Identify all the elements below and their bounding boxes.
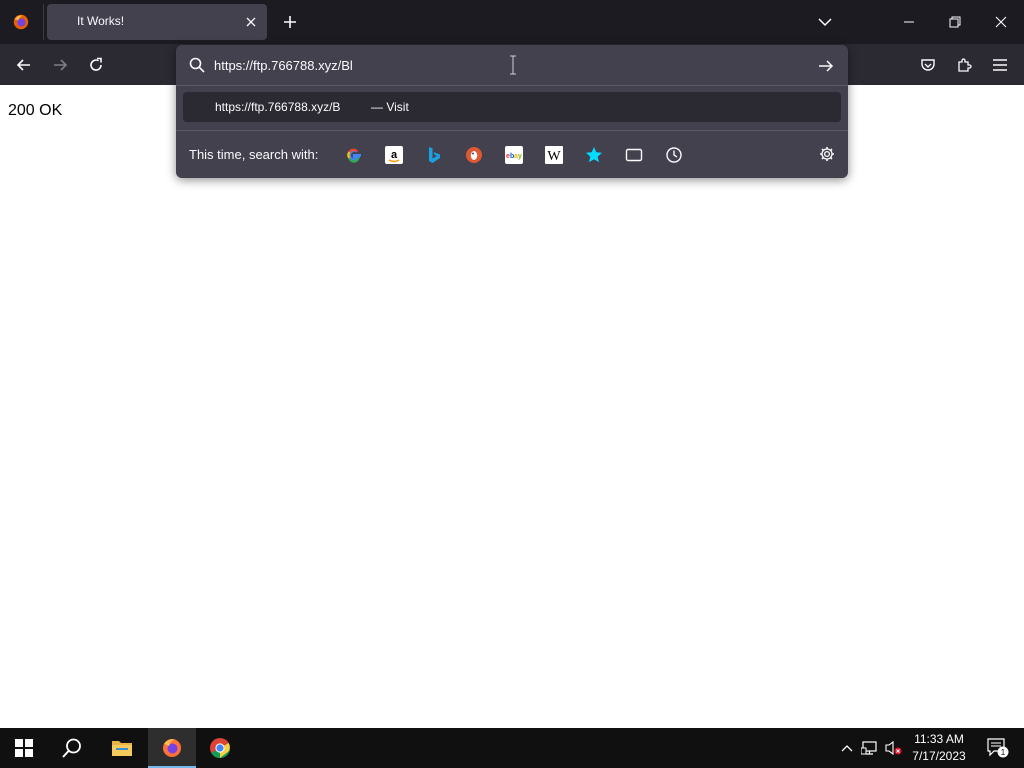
windows-taskbar: 11:33 AM 7/17/2023 1 [0, 728, 1024, 768]
windows-logo-icon [15, 739, 33, 757]
urlbar-popup: https://ftp.766788.xyz/B — Visit This ti… [176, 45, 848, 178]
network-icon [861, 741, 877, 755]
bookmarks-star-icon [586, 147, 602, 163]
search-engine-duckduckgo-button[interactable] [462, 143, 486, 167]
wikipedia-icon: W [545, 146, 563, 164]
suggestion-action: — Visit [371, 100, 409, 114]
taskbar-clock[interactable]: 11:33 AM 7/17/2023 [906, 731, 972, 765]
show-hidden-icons-button[interactable] [838, 738, 856, 758]
search-icon [62, 738, 81, 758]
divider [176, 85, 848, 86]
restore-button[interactable] [932, 0, 978, 44]
list-all-tabs-button[interactable] [814, 11, 836, 33]
network-tray-button[interactable] [861, 738, 879, 758]
notification-icon: 1 [987, 738, 1009, 758]
extensions-button[interactable] [951, 52, 977, 78]
search-engine-ebay-button[interactable]: e b a y [502, 143, 526, 167]
search-engine-wikipedia-button[interactable]: W [542, 143, 566, 167]
search-engine-bing-button[interactable] [422, 143, 446, 167]
pocket-button[interactable] [915, 52, 941, 78]
go-button[interactable] [815, 55, 837, 77]
firefox-icon [13, 14, 29, 30]
search-bookmarks-button[interactable] [582, 143, 606, 167]
close-icon [995, 16, 1007, 28]
clock-time: 11:33 AM [914, 732, 964, 746]
tab-title: It Works! [77, 14, 125, 28]
arrow-left-icon [16, 59, 30, 71]
taskbar-firefox[interactable] [148, 728, 196, 768]
one-off-search-row: This time, search with: a e b a y W [176, 131, 848, 178]
chrome-icon [210, 738, 231, 759]
taskbar-file-explorer[interactable] [98, 728, 146, 768]
search-history-button[interactable] [662, 143, 686, 167]
app-menu-button[interactable] [987, 52, 1013, 78]
chevron-down-icon [818, 18, 832, 27]
close-icon [246, 17, 256, 27]
urlbar [176, 45, 848, 85]
tab-separator [43, 4, 44, 40]
search-icon [189, 57, 205, 73]
svg-text:y: y [518, 153, 522, 160]
folder-icon [112, 741, 132, 756]
start-button[interactable] [0, 728, 48, 768]
arrow-right-icon [819, 60, 834, 72]
tabs-icon [625, 148, 643, 162]
search-tabs-button[interactable] [622, 143, 646, 167]
page-body-text: 200 OK [8, 102, 63, 119]
search-engine-google-button[interactable] [342, 143, 366, 167]
restore-icon [949, 16, 961, 28]
search-settings-button[interactable] [816, 143, 838, 165]
pocket-icon [921, 59, 935, 71]
action-center-button[interactable]: 1 [978, 728, 1018, 768]
bing-icon [429, 147, 440, 163]
firefox-icon [163, 739, 181, 757]
taskbar-chrome[interactable] [196, 728, 244, 768]
history-clock-icon [666, 147, 682, 163]
arrow-right-icon [54, 59, 68, 71]
svg-text:W: W [547, 149, 561, 164]
plus-icon [284, 16, 296, 28]
volume-tray-button[interactable] [885, 738, 903, 758]
close-window-button[interactable] [978, 0, 1024, 44]
notification-count: 1 [1001, 748, 1006, 757]
google-icon [347, 148, 361, 163]
taskbar-search-button[interactable] [48, 728, 96, 768]
search-with-label: This time, search with: [189, 147, 319, 162]
new-tab-button[interactable] [279, 11, 301, 33]
puzzle-icon [958, 58, 972, 72]
tab-close-button[interactable] [241, 12, 261, 32]
url-input[interactable] [214, 54, 774, 76]
duckduckgo-icon [466, 147, 482, 163]
forward-button[interactable] [47, 52, 73, 78]
tab-strip: It Works! [0, 0, 1024, 44]
text-cursor-icon [510, 55, 516, 75]
chevron-up-icon [841, 745, 853, 752]
reload-button[interactable] [83, 52, 109, 78]
url-suggestion-row[interactable]: https://ftp.766788.xyz/B — Visit [183, 92, 841, 122]
gear-icon [820, 147, 834, 161]
minimize-icon [904, 21, 914, 23]
amazon-icon: a [385, 146, 403, 164]
ebay-icon: e b a y [505, 146, 523, 164]
volume-muted-icon [885, 740, 902, 756]
clock-date: 7/17/2023 [912, 749, 966, 763]
back-button[interactable] [11, 52, 37, 78]
firefox-view-button[interactable] [0, 0, 42, 44]
minimize-button[interactable] [886, 0, 932, 44]
search-engine-amazon-button[interactable]: a [382, 143, 406, 167]
svg-text:a: a [391, 149, 398, 161]
reload-icon [90, 57, 102, 71]
hamburger-menu-icon [993, 59, 1007, 71]
tab-it-works[interactable]: It Works! [47, 4, 267, 40]
suggestion-url: https://ftp.766788.xyz/B [215, 100, 341, 114]
